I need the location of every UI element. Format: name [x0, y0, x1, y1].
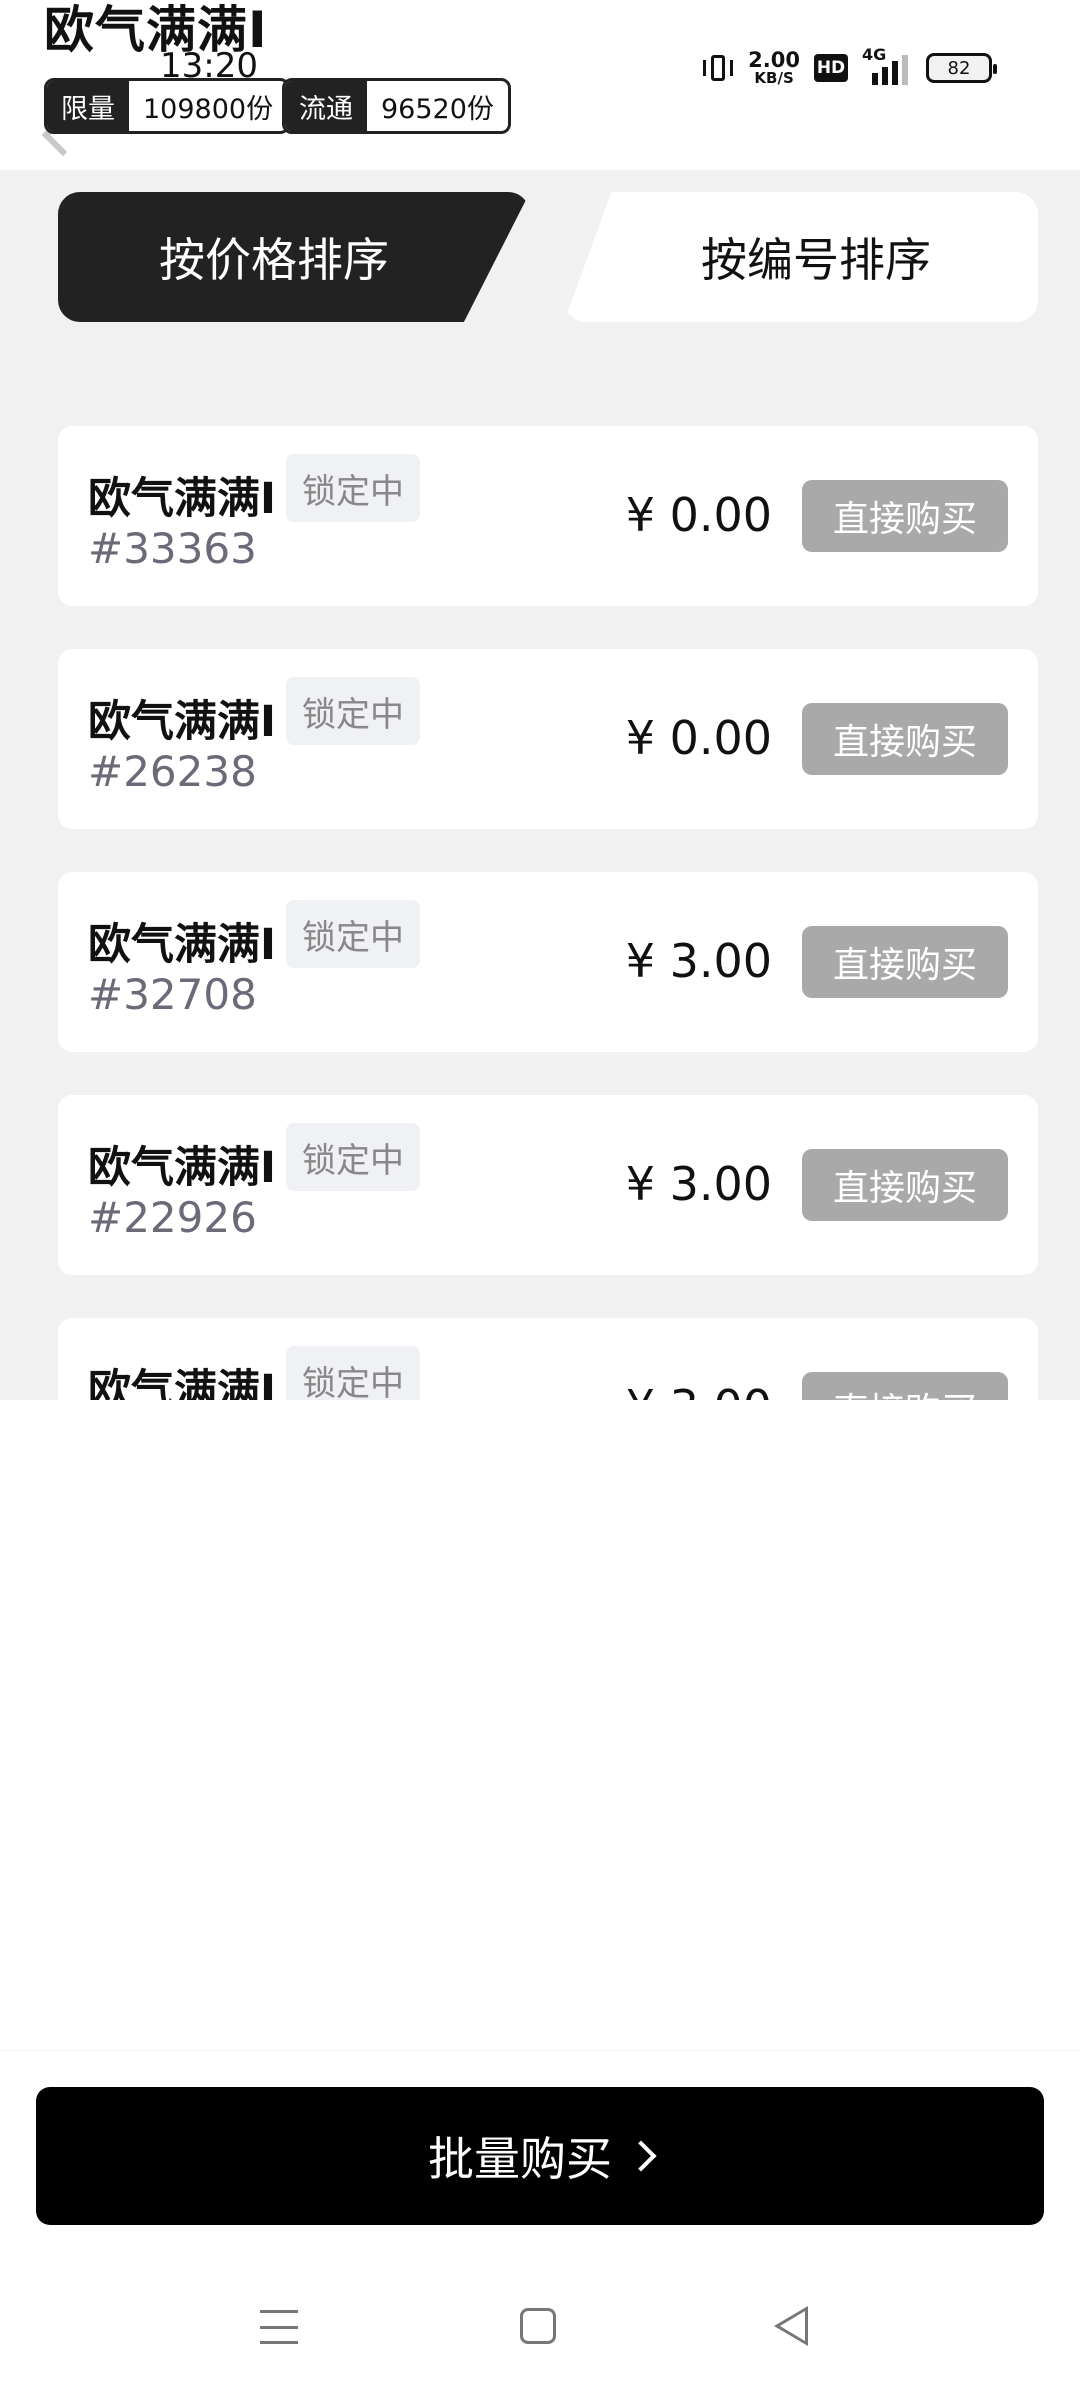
status-badge: 锁定中	[286, 454, 420, 522]
hd-icon: HD	[814, 54, 848, 82]
item-price: ¥ 3.00	[626, 1380, 772, 1400]
item-price: ¥ 0.00	[625, 488, 772, 542]
circulation-label: 流通	[285, 81, 367, 131]
buy-now-button[interactable]: 直接购买	[802, 1372, 1008, 1400]
status-badge: 锁定中	[286, 1123, 420, 1191]
item-serial: #32708	[88, 970, 257, 1019]
menu-icon[interactable]	[260, 2310, 298, 2344]
network-type: 4G	[862, 45, 887, 64]
system-nav-bar	[0, 2280, 1080, 2390]
item-name: 欧气满满I	[88, 474, 276, 524]
tab-sort-by-price[interactable]: 按价格排序	[58, 192, 530, 322]
status-badge: 锁定中	[286, 900, 420, 968]
listing-content: 按价格排序 按编号排序 欧气满满I 锁定中 #33363 ¥ 0.00 直接购买…	[0, 170, 1080, 1400]
battery-level: 82	[947, 57, 971, 79]
buy-now-button[interactable]: 直接购买	[802, 1149, 1008, 1221]
page-title: 欧气满满I	[44, 1, 268, 59]
home-icon[interactable]	[520, 2308, 556, 2344]
status-badge: 锁定中	[286, 1346, 420, 1400]
list-item[interactable]: 欧气满满I 锁定中 ¥ 3.00 直接购买	[58, 1318, 1038, 1400]
list-item[interactable]: 欧气满满I 锁定中 #33363 ¥ 0.00 直接购买	[58, 426, 1038, 606]
item-serial: #33363	[88, 524, 257, 573]
item-price: ¥ 3.00	[625, 934, 772, 988]
vibrate-icon	[702, 53, 734, 83]
buy-now-button[interactable]: 直接购买	[802, 480, 1008, 552]
status-icons: 2.00 KB/S HD 4G 82	[702, 45, 997, 86]
item-name: 欧气满满I	[88, 920, 276, 970]
item-serial: #26238	[88, 747, 257, 796]
item-name: 欧气满满I	[88, 1143, 276, 1193]
item-price: ¥ 3.00	[625, 1157, 772, 1211]
batch-buy-button[interactable]: 批量购买	[36, 2087, 1044, 2225]
limit-label: 限量	[47, 81, 129, 131]
list-item[interactable]: 欧气满满I 锁定中 #22926 ¥ 3.00 直接购买	[58, 1095, 1038, 1275]
buy-now-button[interactable]: 直接购买	[802, 703, 1008, 775]
list-item[interactable]: 欧气满满I 锁定中 #32708 ¥ 3.00 直接购买	[58, 872, 1038, 1052]
bottom-action-bar: 批量购买	[0, 2050, 1080, 2225]
circulation-chip: 流通 96520份	[282, 78, 511, 134]
screen: 13:20 2.00 KB/S HD 4G 82 欧气满满I 限量 109800…	[0, 0, 1080, 2400]
item-serial: #22926	[88, 1193, 257, 1242]
limit-value: 109800份	[143, 93, 274, 125]
tab-sort-by-number[interactable]: 按编号排序	[564, 192, 1038, 322]
chevron-right-icon	[625, 2140, 657, 2172]
item-price: ¥ 0.00	[625, 711, 772, 765]
signal-icon: 4G	[862, 45, 912, 85]
nav-back-icon[interactable]	[774, 2306, 808, 2346]
battery-icon: 82	[926, 53, 997, 83]
batch-buy-label: 批量购买	[428, 2132, 612, 2186]
buy-now-button[interactable]: 直接购买	[802, 926, 1008, 998]
circulation-value: 96520份	[381, 93, 494, 125]
list-item[interactable]: 欧气满满I 锁定中 #26238 ¥ 0.00 直接购买	[58, 649, 1038, 829]
network-speed: 2.00 KB/S	[748, 50, 800, 86]
network-speed-unit: KB/S	[754, 69, 794, 87]
network-speed-value: 2.00	[748, 48, 800, 72]
limit-chip: 限量 109800份	[44, 78, 291, 134]
item-name: 欧气满满I	[88, 697, 276, 747]
status-badge: 锁定中	[286, 677, 420, 745]
item-name: 欧气满满I	[88, 1366, 276, 1400]
